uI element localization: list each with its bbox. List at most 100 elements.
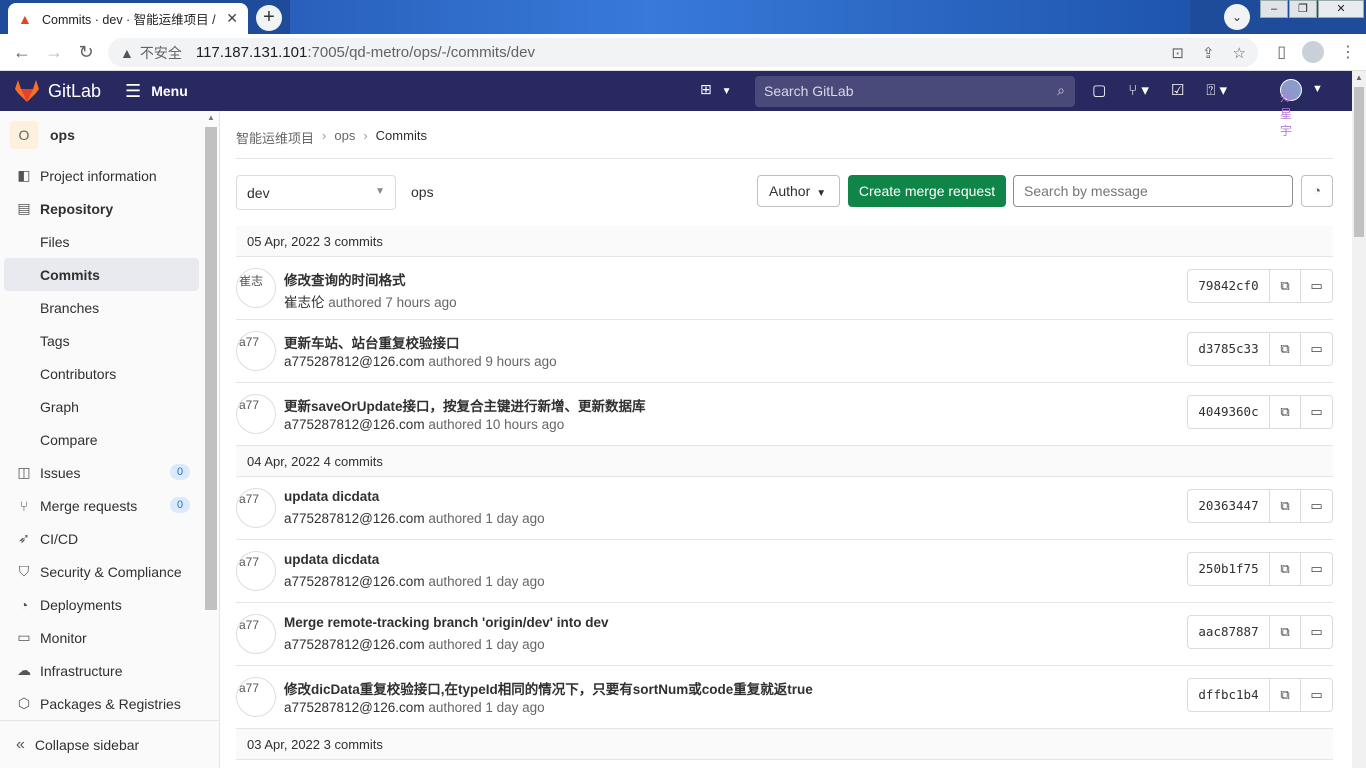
collapse-sidebar-button[interactable]: « Collapse sidebar: [0, 720, 219, 768]
commit-author-avatar[interactable]: a77: [236, 614, 276, 654]
breadcrumb-current[interactable]: Commits: [376, 128, 427, 147]
sidebar-item-contributors[interactable]: Contributors: [0, 357, 204, 390]
user-menu[interactable]: 郑星宇 ▼: [1280, 79, 1323, 138]
minimize-icon[interactable]: –: [1260, 0, 1288, 18]
sidebar-item-graph[interactable]: Graph: [0, 390, 204, 423]
warning-icon[interactable]: ▲: [120, 45, 134, 61]
commit-title-link[interactable]: 修改查询的时间格式: [284, 269, 406, 289]
sidebar-item-infrastructure[interactable]: ☁ Infrastructure: [0, 654, 204, 687]
sidebar-item-repository[interactable]: ▤ Repository: [0, 192, 204, 225]
breadcrumb-group-link[interactable]: 智能运维项目: [236, 128, 314, 147]
browse-files-folder-icon[interactable]: ▭: [1301, 679, 1332, 711]
copy-sha-icon[interactable]: ⧉: [1270, 553, 1301, 585]
commit-author-avatar[interactable]: a77: [236, 488, 276, 528]
sidebar-item-security-compliance[interactable]: ⛉ Security & Compliance: [0, 555, 204, 588]
commit-author-link[interactable]: a775287812@126.com: [284, 511, 425, 526]
branch-selector[interactable]: dev ▼: [236, 175, 396, 210]
commit-author-link[interactable]: a775287812@126.com: [284, 354, 425, 369]
copy-sha-icon[interactable]: ⧉: [1270, 490, 1301, 522]
sidebar-item-project-information[interactable]: ◧ Project information: [0, 159, 204, 192]
forward-arrow-icon[interactable]: →: [38, 42, 70, 63]
share-icon[interactable]: ⇪: [1202, 44, 1215, 62]
tab-search-chevron-icon[interactable]: ⌄: [1224, 4, 1250, 30]
translate-icon[interactable]: ⊡: [1171, 44, 1184, 62]
new-tab-button[interactable]: +: [256, 5, 282, 31]
commit-sha-link[interactable]: 79842cf0: [1188, 270, 1270, 302]
sidebar-scrollbar-thumb[interactable]: [205, 127, 217, 610]
commit-sha-link[interactable]: d3785c33: [1188, 333, 1270, 365]
sidebar-item-branches[interactable]: Branches: [0, 291, 204, 324]
copy-sha-icon[interactable]: ⧉: [1270, 270, 1301, 302]
menu-button[interactable]: ☰ Menu: [125, 81, 188, 102]
sidebar-item-monitor[interactable]: ▭ Monitor: [0, 621, 204, 654]
commit-author-link[interactable]: a775287812@126.com: [284, 417, 425, 432]
commit-title-link[interactable]: 更新saveOrUpdate接口，按复合主键进行新增、更新数据库: [284, 395, 646, 415]
todos-check-icon[interactable]: ☑: [1171, 81, 1184, 99]
gitlab-logo-link[interactable]: GitLab: [14, 79, 101, 103]
address-bar[interactable]: ▲ 不安全 117.187.131.101 :7005/qd-metro/ops…: [108, 38, 1258, 67]
commit-sha-link[interactable]: aac87887: [1188, 616, 1270, 648]
sidebar-project-link[interactable]: O ops: [0, 111, 219, 159]
commit-title-link[interactable]: Merge remote-tracking branch 'origin/dev…: [284, 615, 608, 630]
commit-title-link[interactable]: 更新车站、站台重复校验接口: [284, 332, 460, 352]
merge-requests-header-icon[interactable]: ⑂ ▾: [1128, 81, 1149, 99]
commit-author-avatar[interactable]: 崔志: [236, 268, 276, 308]
commit-author-link[interactable]: a775287812@126.com: [284, 574, 425, 589]
sidebar-item-files[interactable]: Files: [0, 225, 204, 258]
commit-author-link[interactable]: a775287812@126.com: [284, 700, 425, 715]
page-scroll-up-icon[interactable]: ▲: [1355, 73, 1363, 82]
sidebar-item-tags[interactable]: Tags: [0, 324, 204, 357]
search-by-message-input[interactable]: [1013, 175, 1293, 207]
back-arrow-icon[interactable]: ←: [6, 42, 38, 63]
help-icon[interactable]: ⍰ ▾: [1206, 81, 1227, 99]
sidebar-item-commits[interactable]: Commits: [4, 258, 199, 291]
browse-files-folder-icon[interactable]: ▭: [1301, 333, 1332, 365]
sidebar-item-ci-cd[interactable]: ➶ CI/CD: [0, 522, 204, 555]
header-search-input[interactable]: Search GitLab ⌕: [755, 76, 1075, 107]
sidebar-scrollbar[interactable]: ▲: [205, 113, 217, 719]
new-dropdown-button[interactable]: ⊞ ▼: [700, 81, 732, 98]
maximize-icon[interactable]: ❐: [1289, 0, 1317, 18]
commit-sha-link[interactable]: 4049360c: [1188, 396, 1270, 428]
close-tab-icon[interactable]: ✕: [226, 10, 238, 27]
insecure-label[interactable]: 不安全: [140, 43, 182, 63]
create-merge-request-button[interactable]: Create merge request: [848, 175, 1006, 207]
commit-title-link[interactable]: 修改dicData重复校验接口,在typeId相同的情况下，只要有sortNum…: [284, 678, 813, 698]
commit-sha-link[interactable]: 250b1f75: [1188, 553, 1270, 585]
commit-author-avatar[interactable]: a77: [236, 551, 276, 591]
sidebar-item-merge-requests[interactable]: ⑂ Merge requests 0: [0, 489, 204, 522]
page-scrollbar-thumb[interactable]: [1354, 87, 1364, 237]
copy-sha-icon[interactable]: ⧉: [1270, 396, 1301, 428]
commit-author-avatar[interactable]: a77: [236, 331, 276, 371]
commit-sha-link[interactable]: dffbc1b4: [1188, 679, 1270, 711]
author-filter-dropdown[interactable]: Author ▼: [757, 175, 840, 207]
browse-files-folder-icon[interactable]: ▭: [1301, 490, 1332, 522]
commit-author-avatar[interactable]: a77: [236, 394, 276, 434]
profile-avatar-icon[interactable]: [1302, 41, 1324, 63]
scroll-up-arrow-icon[interactable]: ▲: [207, 113, 215, 122]
sidebar-item-issues[interactable]: ◫ Issues 0: [0, 456, 204, 489]
browse-files-folder-icon[interactable]: ▭: [1301, 270, 1332, 302]
commit-title-link[interactable]: updata dicdata: [284, 552, 379, 567]
commit-sha-link[interactable]: 20363447: [1188, 490, 1270, 522]
commit-author-link[interactable]: 崔志伦: [284, 295, 325, 310]
copy-sha-icon[interactable]: ⧉: [1270, 616, 1301, 648]
sidebar-item-compare[interactable]: Compare: [0, 423, 204, 456]
browse-files-folder-icon[interactable]: ▭: [1301, 553, 1332, 585]
window-close-icon[interactable]: ✕: [1318, 0, 1364, 18]
copy-sha-icon[interactable]: ⧉: [1270, 679, 1301, 711]
browser-menu-icon[interactable]: ⋮: [1340, 42, 1356, 62]
commit-author-link[interactable]: a775287812@126.com: [284, 637, 425, 652]
sidebar-item-deployments[interactable]: ◔ Deployments: [0, 588, 204, 621]
sidebar-item-packages-registries[interactable]: ⬡ Packages & Registries: [0, 687, 204, 720]
browse-files-folder-icon[interactable]: ▭: [1301, 616, 1332, 648]
browse-files-folder-icon[interactable]: ▭: [1301, 396, 1332, 428]
breadcrumb-project-link[interactable]: ops: [334, 128, 355, 147]
commit-author-avatar[interactable]: a77: [236, 677, 276, 717]
rss-feed-button[interactable]: ◔: [1301, 175, 1333, 207]
copy-sha-icon[interactable]: ⧉: [1270, 333, 1301, 365]
commit-title-link[interactable]: updata dicdata: [284, 489, 379, 504]
browser-tab-active[interactable]: ▲ Commits · dev · 智能运维项目 / ✕: [8, 3, 248, 34]
repository-path[interactable]: ops: [411, 184, 434, 200]
sidepanel-icon[interactable]: ▯: [1277, 42, 1286, 62]
